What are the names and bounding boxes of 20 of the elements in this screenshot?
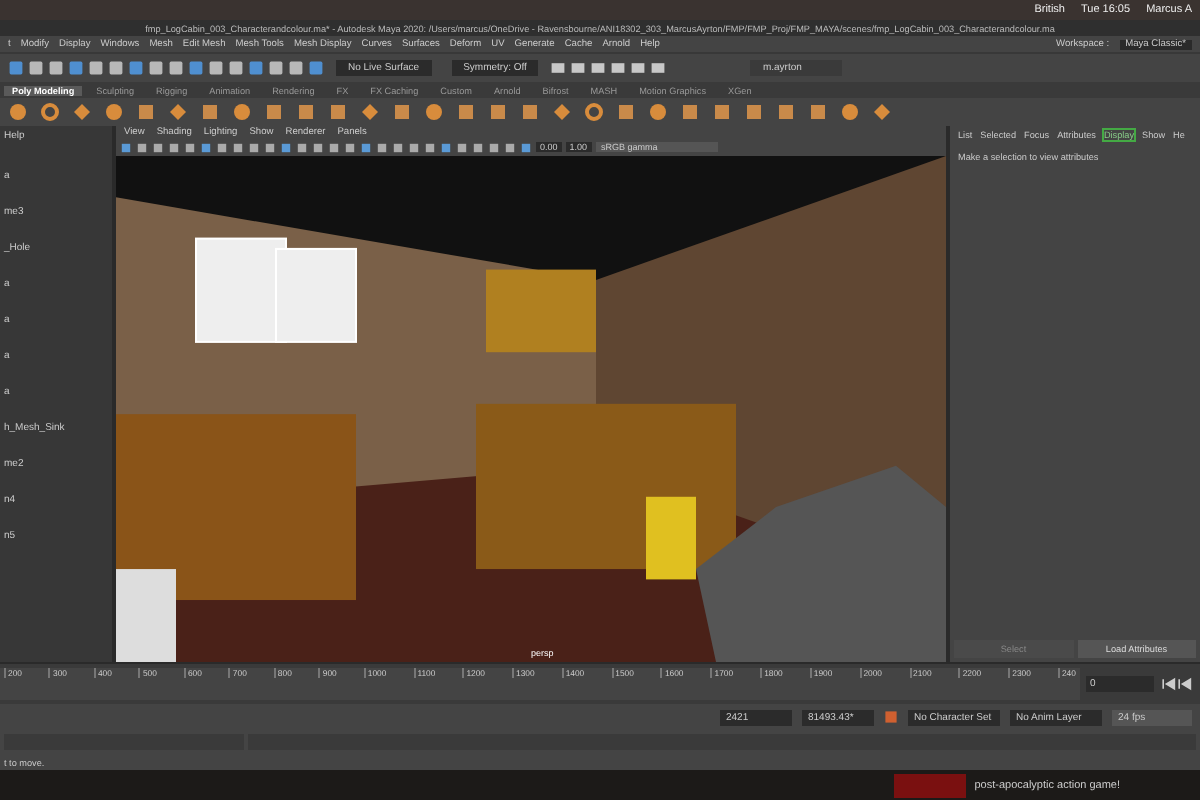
- sphere-icon[interactable]: [424, 102, 444, 122]
- torus-icon[interactable]: [584, 102, 604, 122]
- diamond-icon[interactable]: [72, 102, 92, 122]
- sphere-icon[interactable]: [8, 102, 28, 122]
- sphere-icon[interactable]: [104, 102, 124, 122]
- ad-image-placeholder: [894, 773, 967, 797]
- torus-icon[interactable]: [40, 102, 60, 122]
- sphere-icon[interactable]: [232, 102, 252, 122]
- cube-icon[interactable]: [200, 102, 220, 122]
- diamond-icon[interactable]: [872, 102, 892, 122]
- diamond-icon[interactable]: [360, 102, 380, 122]
- auto-key-icon[interactable]: [884, 710, 898, 724]
- cube-icon[interactable]: [136, 102, 156, 122]
- playback-controls-icon[interactable]: [1160, 676, 1192, 692]
- diamond-icon[interactable]: [168, 102, 188, 122]
- cube-icon[interactable]: [392, 102, 412, 122]
- cube-icon[interactable]: [616, 102, 636, 122]
- sphere-icon[interactable]: [840, 102, 860, 122]
- sphere-icon[interactable]: [648, 102, 668, 122]
- diamond-icon[interactable]: [552, 102, 572, 122]
